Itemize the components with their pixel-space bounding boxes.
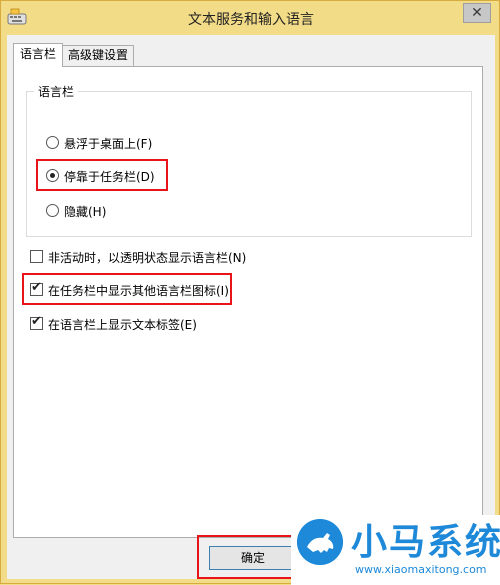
watermark-url: www.xiaomaxitong.com [355, 563, 487, 576]
language-bar-group-title: 语言栏 [34, 83, 79, 100]
radio-label: 停靠于任务栏(D) [64, 170, 155, 184]
ok-button[interactable]: 确定 [209, 546, 297, 570]
horse-logo-icon [297, 519, 343, 565]
title-bar[interactable]: 文本服务和输入语言 ✕ [1, 1, 500, 35]
checkmark-icon: ✔ [31, 314, 42, 329]
watermark: 小马系统 www.xiaomaxitong.com [291, 515, 500, 585]
window-title: 文本服务和输入语言 [188, 12, 314, 28]
dialog-window: 文本服务和输入语言 ✕ 语言栏 高级键设置 语言栏 悬浮于桌面上(F) 停靠于任… [0, 0, 500, 585]
radio-button-checked[interactable] [46, 169, 59, 182]
watermark-title: 小马系统 [351, 522, 500, 563]
radio-label: 隐藏(H) [64, 205, 107, 219]
radio-button[interactable] [46, 204, 59, 217]
checkbox-box[interactable]: ✔ [30, 314, 43, 330]
close-icon: ✕ [471, 5, 483, 21]
checkbox-label: 非活动时，以透明状态显示语言栏(N) [48, 251, 247, 265]
checkbox-label: 在语言栏上显示文本标签(E) [48, 318, 197, 332]
checkmark-icon: ✔ [31, 280, 42, 295]
close-button[interactable]: ✕ [463, 3, 491, 23]
tab-advanced-key-settings[interactable]: 高级键设置 [62, 45, 134, 66]
dialog-client-area: 语言栏 高级键设置 语言栏 悬浮于桌面上(F) 停靠于任务栏(D) 隐藏(H) … [7, 35, 495, 579]
checkbox-box[interactable] [30, 250, 43, 263]
radio-button[interactable] [46, 136, 59, 149]
checkbox-box[interactable]: ✔ [30, 280, 43, 296]
tab-panel: 语言栏 悬浮于桌面上(F) 停靠于任务栏(D) 隐藏(H) 非活动时，以透明状态… [13, 66, 483, 538]
checkbox-label: 在任务栏中显示其他语言栏图标(I) [48, 284, 229, 298]
radio-label: 悬浮于桌面上(F) [64, 137, 153, 151]
tab-language-bar[interactable]: 语言栏 [13, 43, 63, 67]
